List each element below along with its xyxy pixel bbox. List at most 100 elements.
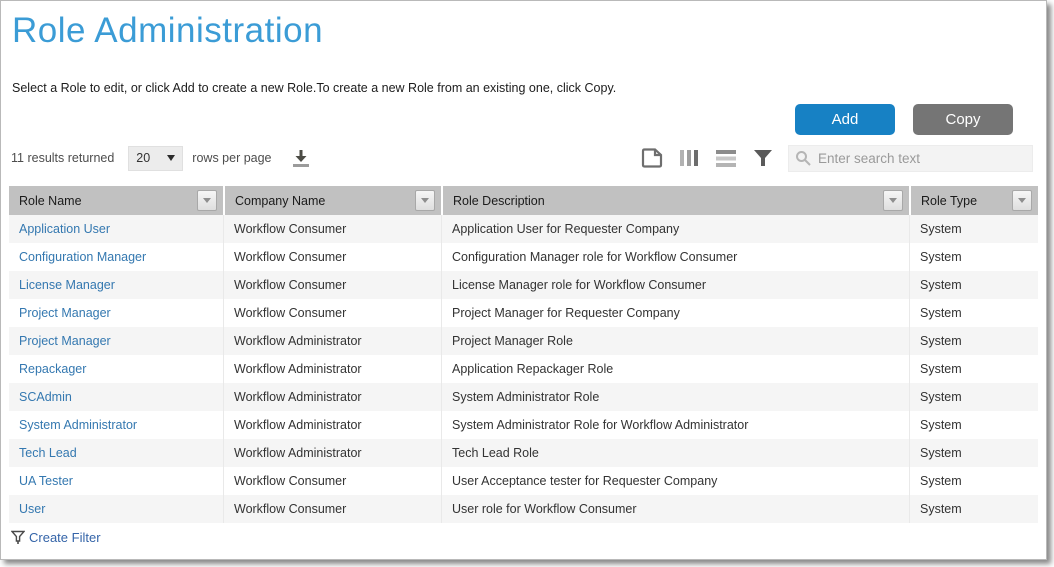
table-header-row: Role Name Company Name Role Description … xyxy=(9,186,1038,215)
role-description-cell: Project Manager Role xyxy=(441,327,909,355)
role-type-cell: System xyxy=(909,467,1038,495)
role-name-link[interactable]: SCAdmin xyxy=(19,390,72,404)
rows-per-page-select[interactable]: 20 xyxy=(128,146,183,171)
role-name-cell: Repackager xyxy=(9,355,223,383)
company-name-cell: Workflow Administrator xyxy=(223,327,441,355)
column-filter-dropdown-icon[interactable] xyxy=(415,190,435,211)
results-count: 11 results returned xyxy=(11,151,114,165)
role-type-cell: System xyxy=(909,495,1038,523)
role-type-cell: System xyxy=(909,215,1038,243)
chevron-down-icon xyxy=(167,155,175,161)
search-input[interactable] xyxy=(818,151,1026,166)
column-header-label: Role Description xyxy=(453,194,883,208)
company-name-cell: Workflow Administrator xyxy=(223,355,441,383)
role-name-link[interactable]: Repackager xyxy=(19,362,86,376)
role-name-cell: Tech Lead xyxy=(9,439,223,467)
role-description-cell: License Manager role for Workflow Consum… xyxy=(441,271,909,299)
role-description-cell: Project Manager for Requester Company xyxy=(441,299,909,327)
role-description-cell: System Administrator Role xyxy=(441,383,909,411)
role-type-cell: System xyxy=(909,383,1038,411)
table-row: Project Manager Workflow ConsumerProject … xyxy=(9,299,1038,327)
role-name-link[interactable]: Configuration Manager xyxy=(19,250,146,264)
company-name-cell: Workflow Consumer xyxy=(223,271,441,299)
role-name-cell: UA Tester xyxy=(9,467,223,495)
role-type-cell: System xyxy=(909,411,1038,439)
table-row: Application User Workflow ConsumerApplica… xyxy=(9,215,1038,243)
role-name-link[interactable]: Tech Lead xyxy=(19,446,77,460)
table-footer: Create Filter xyxy=(9,523,1038,551)
column-header-label: Role Type xyxy=(921,194,1012,208)
new-page-icon[interactable] xyxy=(640,146,664,170)
table-body: Application UserWorkflow ConsumerApplica… xyxy=(9,215,1038,523)
role-name-cell: Project Manager xyxy=(9,327,223,355)
column-filter-dropdown-icon[interactable] xyxy=(197,190,217,211)
role-type-cell: System xyxy=(909,355,1038,383)
filter-funnel-icon[interactable] xyxy=(751,146,775,170)
role-type-cell: System xyxy=(909,327,1038,355)
grid-toolbar: 11 results returned 20 rows per page xyxy=(11,143,1033,173)
role-name-link[interactable]: Application User xyxy=(19,222,110,236)
role-type-cell: System xyxy=(909,439,1038,467)
search-icon xyxy=(795,150,811,166)
column-header-company-name[interactable]: Company Name xyxy=(223,186,441,215)
role-name-link[interactable]: User xyxy=(19,502,45,516)
page-title: Role Administration xyxy=(12,11,323,51)
table-row: SCAdmin Workflow AdministratorSystem Admi… xyxy=(9,383,1038,411)
table-row: Repackager Workflow AdministratorApplicat… xyxy=(9,355,1038,383)
roles-table: Role Name Company Name Role Description … xyxy=(9,186,1038,551)
role-description-cell: User Acceptance tester for Requester Com… xyxy=(441,467,909,495)
table-row: Tech Lead Workflow AdministratorTech Lead… xyxy=(9,439,1038,467)
role-description-cell: Application User for Requester Company xyxy=(441,215,909,243)
column-header-label: Company Name xyxy=(235,194,415,208)
column-header-role-description[interactable]: Role Description xyxy=(441,186,909,215)
role-administration-window: Role Administration Select a Role to edi… xyxy=(0,0,1047,560)
company-name-cell: Workflow Consumer xyxy=(223,299,441,327)
action-buttons: Add Copy xyxy=(795,104,1013,135)
role-name-link[interactable]: Project Manager xyxy=(19,306,111,320)
company-name-cell: Workflow Consumer xyxy=(223,243,441,271)
role-name-link[interactable]: UA Tester xyxy=(19,474,73,488)
role-name-cell: License Manager xyxy=(9,271,223,299)
add-button[interactable]: Add xyxy=(795,104,895,135)
company-name-cell: Workflow Consumer xyxy=(223,467,441,495)
create-filter-link[interactable]: Create Filter xyxy=(29,530,101,545)
table-row: User Workflow ConsumerUser role for Workf… xyxy=(9,495,1038,523)
role-description-cell: Configuration Manager role for Workflow … xyxy=(441,243,909,271)
table-row: Configuration Manager Workflow ConsumerCo… xyxy=(9,243,1038,271)
role-name-cell: User xyxy=(9,495,223,523)
role-name-link[interactable]: System Administrator xyxy=(19,418,137,432)
role-name-cell: Application User xyxy=(9,215,223,243)
company-name-cell: Workflow Consumer xyxy=(223,215,441,243)
role-name-link[interactable]: Project Manager xyxy=(19,334,111,348)
role-description-cell: Tech Lead Role xyxy=(441,439,909,467)
role-description-cell: User role for Workflow Consumer xyxy=(441,495,909,523)
rows-per-page-label: rows per page xyxy=(192,151,271,165)
column-header-role-type[interactable]: Role Type xyxy=(909,186,1038,215)
table-row: License Manager Workflow ConsumerLicense … xyxy=(9,271,1038,299)
role-type-cell: System xyxy=(909,243,1038,271)
copy-button[interactable]: Copy xyxy=(913,104,1013,135)
table-row: UA Tester Workflow ConsumerUser Acceptanc… xyxy=(9,467,1038,495)
rows-per-page-value: 20 xyxy=(136,151,167,165)
search-box[interactable] xyxy=(788,145,1033,172)
column-filter-dropdown-icon[interactable] xyxy=(1012,190,1032,211)
role-name-cell: System Administrator xyxy=(9,411,223,439)
company-name-cell: Workflow Administrator xyxy=(223,411,441,439)
export-download-icon[interactable] xyxy=(288,146,314,170)
company-name-cell: Workflow Administrator xyxy=(223,439,441,467)
role-name-cell: Project Manager xyxy=(9,299,223,327)
column-header-role-name[interactable]: Role Name xyxy=(9,186,223,215)
page-subtitle: Select a Role to edit, or click Add to c… xyxy=(12,81,616,95)
role-name-link[interactable]: License Manager xyxy=(19,278,115,292)
role-name-cell: Configuration Manager xyxy=(9,243,223,271)
role-description-cell: Application Repackager Role xyxy=(441,355,909,383)
table-row: System Administrator Workflow Administrat… xyxy=(9,411,1038,439)
column-chooser-icon[interactable] xyxy=(677,146,701,170)
company-name-cell: Workflow Consumer xyxy=(223,495,441,523)
row-lines-icon[interactable] xyxy=(714,146,738,170)
role-type-cell: System xyxy=(909,299,1038,327)
table-row: Project Manager Workflow AdministratorPro… xyxy=(9,327,1038,355)
role-type-cell: System xyxy=(909,271,1038,299)
company-name-cell: Workflow Administrator xyxy=(223,383,441,411)
column-filter-dropdown-icon[interactable] xyxy=(883,190,903,211)
